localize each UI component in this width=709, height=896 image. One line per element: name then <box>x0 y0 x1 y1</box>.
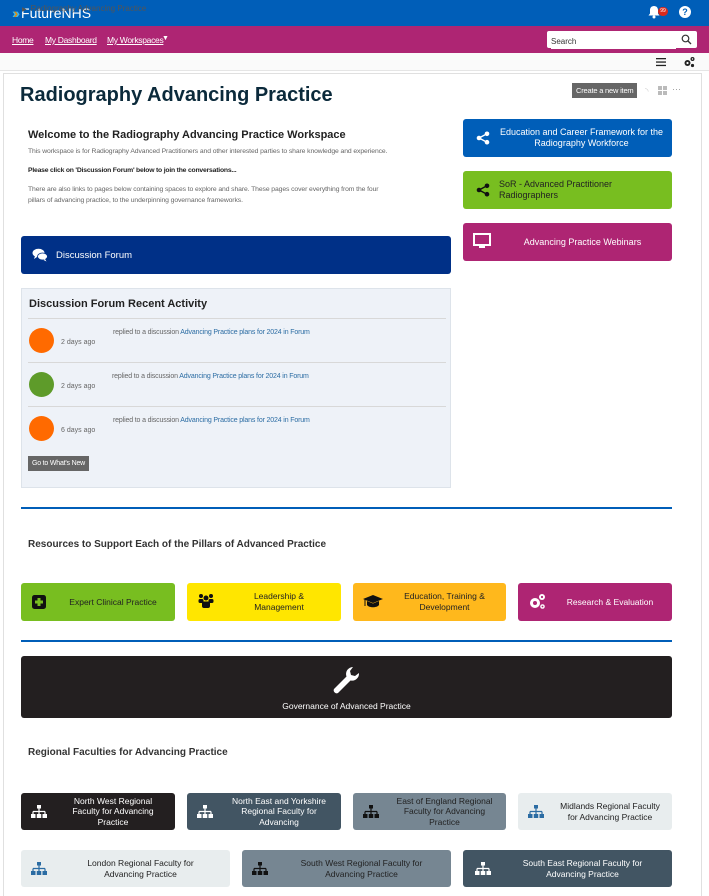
wrench-icon <box>333 667 360 694</box>
welcome-intro: This workspace is for Radiography Advanc… <box>28 148 388 155</box>
region-south-west[interactable]: South West Regional Faculty for Advancin… <box>242 850 451 887</box>
sor-advanced-practitioner-link[interactable]: SoR - Advanced Practitioner Radiographer… <box>463 171 672 209</box>
activity-item: 6 days ago replied to a discussion Advan… <box>28 406 446 450</box>
pillar-label: Leadership & Management <box>253 591 305 612</box>
activity-time: 2 days ago <box>61 383 96 390</box>
create-new-item-button[interactable]: Create a new item <box>572 83 638 98</box>
welcome-links-line2: pillars of advancing practice, to the un… <box>28 197 243 204</box>
region-north-east-yorkshire[interactable]: North East and Yorkshire Regional Facult… <box>187 793 341 830</box>
recent-activity-title: Discussion Forum Recent Activity <box>29 298 208 310</box>
pillars-heading: Resources to Support Each of the Pillars… <box>28 539 327 550</box>
welcome-links-line1: There are also links to pages below cont… <box>28 186 379 193</box>
chevron-down-icon[interactable]: ▼ <box>162 35 169 42</box>
region-label: North West Regional Faculty for Advancin… <box>72 795 154 827</box>
pillar-research-evaluation[interactable]: Research & Evaluation <box>518 583 672 621</box>
welcome-instruction: Please click on 'Discussion Forum' below… <box>28 167 237 174</box>
sitemap-icon <box>197 805 213 818</box>
pillar-education-training-development[interactable]: Education, Training & Development <box>353 583 506 621</box>
activity-item: 2 days ago replied to a discussion Advan… <box>28 362 446 406</box>
region-label: North East and Yorkshire Regional Facult… <box>231 795 327 827</box>
go-to-whats-new-button[interactable]: Go to What's New <box>28 456 89 471</box>
advancing-practice-webinars-link[interactable]: Advancing Practice Webinars <box>463 223 672 261</box>
regions-heading: Regional Faculties for Advancing Practic… <box>28 747 228 758</box>
discussion-forum-button[interactable]: Discussion Forum <box>21 236 451 274</box>
activity-link[interactable]: Advancing Practice plans for 2024 in For… <box>180 417 310 424</box>
region-north-west[interactable]: North West Regional Faculty for Advancin… <box>21 793 175 830</box>
region-label: East of England Regional Faculty for Adv… <box>396 795 493 827</box>
help-icon[interactable]: ? <box>679 6 691 18</box>
monitor-icon <box>473 233 491 248</box>
activity-action: replied to a discussion <box>113 417 179 424</box>
nav-my-dashboard[interactable]: My Dashboard <box>45 35 97 45</box>
pillar-label: Expert Clinical Practice <box>69 596 157 607</box>
governance-label: Governance of Advanced Practice <box>282 700 411 711</box>
share-icon <box>476 183 490 197</box>
region-label: Midlands Regional Faculty for Advancing … <box>560 801 660 822</box>
avatar[interactable] <box>29 372 54 397</box>
region-south-east[interactable]: South East Regional Faculty for Advancin… <box>463 850 672 887</box>
advancing-practice-webinars-label: Advancing Practice Webinars <box>523 236 642 247</box>
avatar[interactable] <box>29 416 54 441</box>
sitemap-icon <box>252 862 268 875</box>
activity-time: 6 days ago <box>61 427 96 434</box>
breadcrumb-bar <box>0 53 709 71</box>
rss-icon[interactable]: ◝ <box>645 86 649 97</box>
education-career-framework-link[interactable]: Education and Career Framework for the R… <box>463 119 672 157</box>
education-career-framework-label: Education and Career Framework for the R… <box>499 127 664 148</box>
governance-tile[interactable]: Governance of Advanced Practice <box>21 656 672 718</box>
medical-cross-icon <box>32 595 46 609</box>
nav-home[interactable]: Home <box>12 35 34 45</box>
share-icon <box>476 131 490 145</box>
nav-my-workspaces[interactable]: My Workspaces <box>107 35 164 45</box>
activity-link[interactable]: Advancing Practice plans for 2024 in For… <box>179 373 309 380</box>
search-input[interactable] <box>551 34 676 49</box>
comments-icon <box>32 248 48 262</box>
pillar-expert-clinical-practice[interactable]: Expert Clinical Practice <box>21 583 175 621</box>
activity-text: replied to a discussion Advancing Practi… <box>113 329 310 336</box>
settings-gears-icon[interactable] <box>683 56 695 68</box>
search-icon[interactable] <box>681 34 692 45</box>
sitemap-icon <box>31 805 47 818</box>
region-label: London Regional Faculty for Advancing Pr… <box>87 858 194 879</box>
more-options-icon[interactable]: ··· <box>672 84 681 94</box>
activity-time: 2 days ago <box>61 339 96 346</box>
section-divider <box>21 507 672 509</box>
sor-advanced-practitioner-label: SoR - Advanced Practitioner Radiographer… <box>499 179 613 200</box>
sitemap-icon <box>363 805 379 818</box>
section-divider <box>21 640 672 642</box>
region-east-of-england[interactable]: East of England Regional Faculty for Adv… <box>353 793 506 830</box>
menu-icon[interactable] <box>656 57 666 67</box>
activity-item: 2 days ago replied to a discussion Advan… <box>28 318 446 362</box>
activity-action: replied to a discussion <box>113 329 179 336</box>
users-icon <box>198 594 214 608</box>
pillar-label: Education, Training & Development <box>404 591 485 612</box>
pillar-label: Research & Evaluation <box>566 596 654 607</box>
breadcrumb: ▶ Radiography Advancing Practice <box>22 4 146 13</box>
activity-action: replied to a discussion <box>112 373 178 380</box>
grid-view-icon[interactable] <box>658 86 667 95</box>
region-london[interactable]: London Regional Faculty for Advancing Pr… <box>21 850 230 887</box>
region-midlands[interactable]: Midlands Regional Faculty for Advancing … <box>518 793 672 830</box>
caret-right-icon: ▶ <box>22 7 27 13</box>
discussion-forum-label: Discussion Forum <box>56 250 133 261</box>
notification-badge: 99 <box>658 7 668 16</box>
page-title: Radiography Advancing Practice <box>20 84 333 106</box>
region-label: South East Regional Faculty for Advancin… <box>522 858 643 879</box>
activity-link[interactable]: Advancing Practice plans for 2024 in For… <box>180 329 310 336</box>
region-label: South West Regional Faculty for Advancin… <box>300 858 423 879</box>
welcome-heading: Welcome to the Radiography Advancing Pra… <box>28 129 346 141</box>
sitemap-icon <box>528 805 544 818</box>
search-box <box>547 31 697 49</box>
activity-text: replied to a discussion Advancing Practi… <box>112 373 309 380</box>
graduation-cap-icon <box>363 595 383 608</box>
logo-chevrons-icon: ››› <box>12 5 20 21</box>
gears-icon <box>530 594 545 609</box>
sitemap-icon <box>31 862 47 875</box>
activity-text: replied to a discussion Advancing Practi… <box>113 417 310 424</box>
pillar-leadership-management[interactable]: Leadership & Management <box>187 583 341 621</box>
breadcrumb-current[interactable]: Radiography Advancing Practice <box>31 4 147 13</box>
sitemap-icon <box>475 862 491 875</box>
avatar[interactable] <box>29 328 54 353</box>
